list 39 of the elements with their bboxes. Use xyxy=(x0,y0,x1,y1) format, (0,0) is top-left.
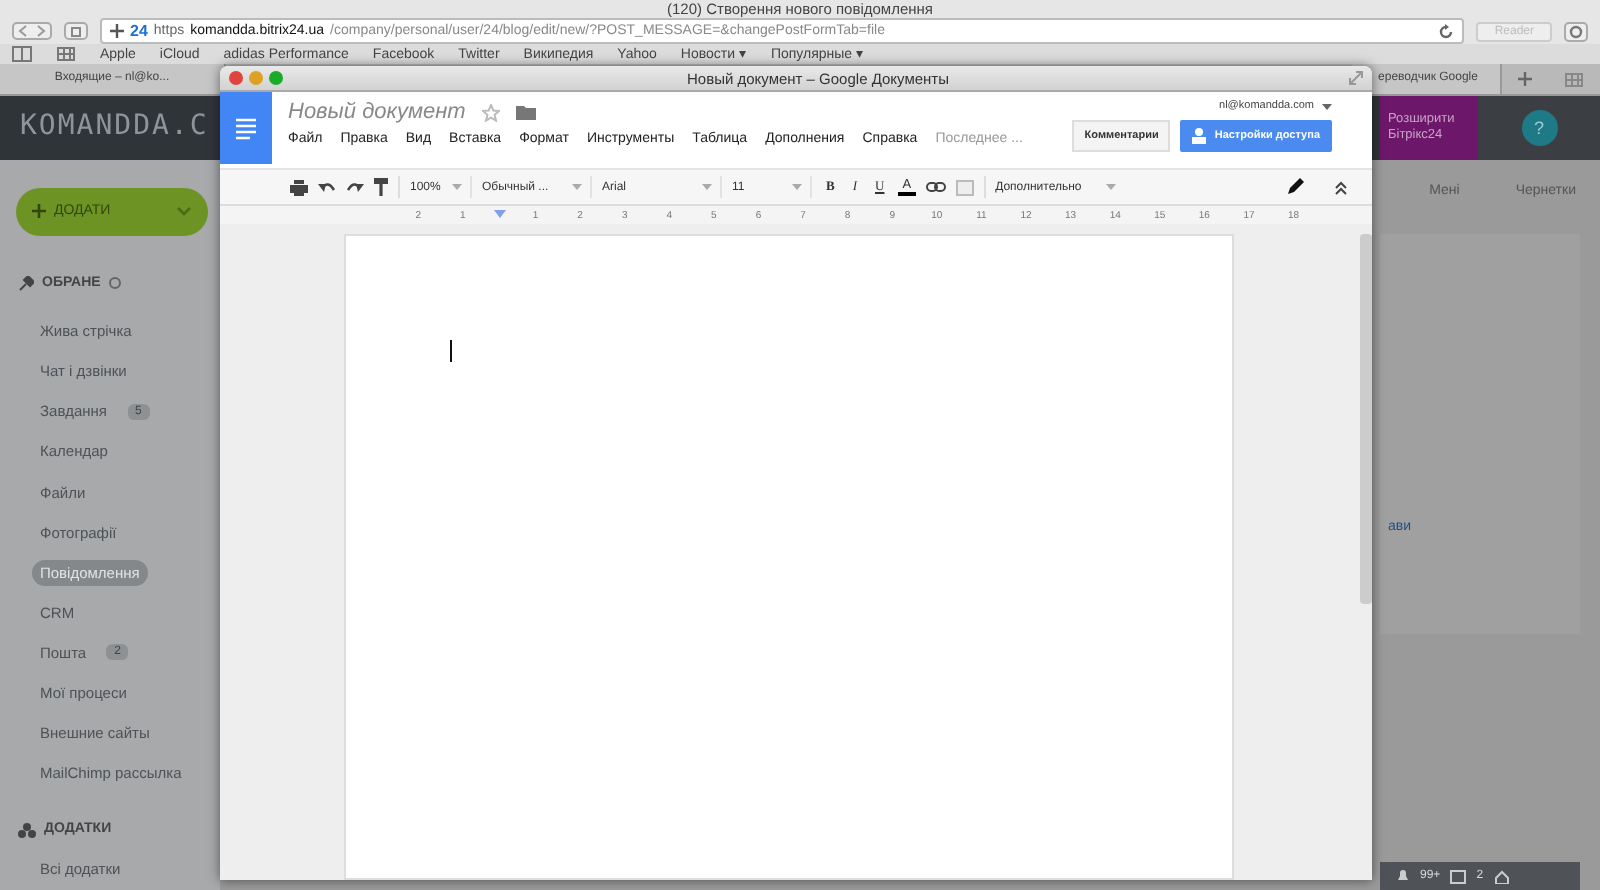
document-title[interactable]: Новый документ xyxy=(288,100,466,124)
scrollbar[interactable] xyxy=(1360,234,1372,604)
share-icon[interactable] xyxy=(64,22,88,40)
folder-icon[interactable] xyxy=(515,104,536,120)
grid-icon[interactable] xyxy=(56,46,76,62)
link-icon[interactable] xyxy=(925,182,946,192)
plus-icon xyxy=(32,204,46,219)
document-logo-icon[interactable] xyxy=(220,92,272,164)
print-icon[interactable] xyxy=(290,179,308,195)
logo-text: KOMANDDA.C xyxy=(20,110,209,146)
bell-icon[interactable] xyxy=(1396,868,1410,884)
caret-icon xyxy=(572,184,582,190)
caret-icon xyxy=(452,184,462,190)
back-forward-icon[interactable] xyxy=(12,22,52,40)
apps-icon xyxy=(18,821,36,838)
pencil-icon[interactable] xyxy=(1286,178,1304,196)
reload-icon[interactable] xyxy=(1438,23,1455,39)
add-icon[interactable] xyxy=(110,24,124,38)
message-icon[interactable] xyxy=(1450,869,1467,883)
home-icon[interactable] xyxy=(1493,869,1510,883)
undo-icon[interactable] xyxy=(318,180,336,194)
tab-count[interactable]: 24 xyxy=(130,22,148,40)
chevron-down-icon xyxy=(176,206,192,217)
text-cursor xyxy=(450,340,452,362)
caret-icon xyxy=(1105,184,1116,190)
book-icon[interactable] xyxy=(12,46,32,62)
gear-icon[interactable] xyxy=(108,276,123,291)
star-icon[interactable] xyxy=(481,103,500,121)
caret-icon[interactable] xyxy=(1322,103,1332,109)
caret-icon xyxy=(702,184,712,190)
paint-roller-icon[interactable] xyxy=(374,178,388,196)
caret-icon xyxy=(792,184,802,190)
person-icon xyxy=(1192,128,1207,144)
indent-marker-icon[interactable] xyxy=(493,210,506,220)
chevrons-up-icon[interactable] xyxy=(1334,179,1348,195)
redo-icon[interactable] xyxy=(346,180,364,194)
resize-icon[interactable] xyxy=(1348,70,1364,86)
settings-icon[interactable] xyxy=(1564,21,1588,41)
window-controls-icon[interactable] xyxy=(228,70,288,86)
